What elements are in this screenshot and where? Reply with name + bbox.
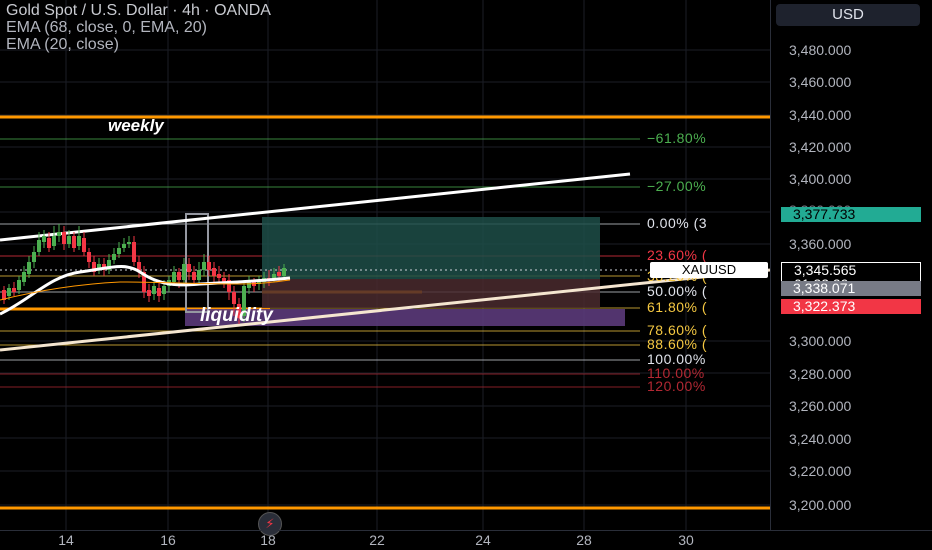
candle-body bbox=[132, 242, 136, 262]
time-tick: 16 bbox=[160, 532, 176, 548]
candle-body bbox=[77, 236, 81, 246]
candle-body bbox=[152, 286, 156, 294]
price-tick: 3,300.000 bbox=[789, 333, 852, 349]
candle-body bbox=[32, 252, 36, 262]
candle-body bbox=[12, 288, 16, 292]
fib-label-m61: −61.80% bbox=[647, 130, 707, 146]
candle-body bbox=[187, 264, 191, 272]
time-tick: 14 bbox=[58, 532, 74, 548]
time-tick: 30 bbox=[678, 532, 694, 548]
candle-body bbox=[17, 280, 21, 290]
weekly-label: weekly bbox=[108, 116, 164, 135]
candle-body bbox=[67, 236, 71, 244]
candle-body bbox=[147, 290, 151, 296]
price-tick: 3,200.000 bbox=[789, 497, 852, 513]
candle-body bbox=[277, 272, 281, 276]
price-tick: 3,400.000 bbox=[789, 171, 852, 187]
fib-label-61: 61.80% ( bbox=[647, 299, 708, 315]
price-tick: 3,280.000 bbox=[789, 366, 852, 382]
candle-body bbox=[37, 240, 41, 252]
price-tick: 3,420.000 bbox=[789, 139, 852, 155]
time-axis[interactable]: 14 16 18 22 24 28 30 bbox=[0, 530, 932, 550]
price-tick: 3,480.000 bbox=[789, 42, 852, 58]
candle-body bbox=[87, 252, 91, 262]
price-tag-ema: 3,338.071 bbox=[781, 281, 921, 296]
candle-body bbox=[122, 244, 126, 248]
chart-pane[interactable]: Gold Spot / U.S. Dollar · 4h · OANDA EMA… bbox=[0, 0, 771, 536]
fib-label-50: 50.00% ( bbox=[647, 283, 708, 299]
candle-body bbox=[217, 274, 221, 278]
candle-body bbox=[207, 262, 211, 270]
liquidity-label: liquidity bbox=[200, 305, 273, 326]
fib-label-120: 120.00% bbox=[647, 378, 706, 394]
candle-body bbox=[192, 272, 196, 280]
price-axis[interactable]: USD 3,480.000 3,460.000 3,440.000 3,420.… bbox=[770, 0, 932, 530]
time-tick: 24 bbox=[475, 532, 491, 548]
candle-body bbox=[212, 268, 216, 276]
candle-body bbox=[157, 288, 161, 296]
candle-body bbox=[197, 270, 201, 280]
currency-button[interactable]: USD bbox=[776, 4, 920, 26]
candle-body bbox=[127, 242, 131, 244]
indicator-ema20[interactable]: EMA (20, close) bbox=[6, 36, 119, 54]
price-tick: 3,460.000 bbox=[789, 74, 852, 90]
candle-body bbox=[52, 236, 56, 246]
chart-title[interactable]: Gold Spot / U.S. Dollar · 4h · OANDA bbox=[6, 2, 271, 20]
candle-body bbox=[82, 238, 86, 252]
price-tag-top: 3,377.733 bbox=[781, 207, 921, 222]
price-tag-low: 3,322.373 bbox=[781, 299, 921, 314]
fib-label-m27: −27.00% bbox=[647, 178, 707, 194]
candle-body bbox=[112, 254, 116, 260]
price-tick: 3,220.000 bbox=[789, 463, 852, 479]
fib-label-0: 0.00% (3 bbox=[647, 215, 708, 231]
price-tick: 3,440.000 bbox=[789, 107, 852, 123]
candle-body bbox=[177, 272, 181, 280]
candle-body bbox=[162, 286, 166, 294]
fib-label-88: 88.60% ( bbox=[647, 336, 708, 352]
candle-body bbox=[247, 282, 251, 288]
candle-body bbox=[272, 274, 276, 278]
fib-label-23: 23.60% ( bbox=[647, 247, 708, 263]
candle-body bbox=[47, 238, 51, 248]
price-tick: 3,360.000 bbox=[789, 236, 852, 252]
price-tick: 3,260.000 bbox=[789, 398, 852, 414]
candle-body bbox=[57, 232, 61, 236]
candle-body bbox=[22, 272, 26, 282]
candle-body bbox=[282, 268, 286, 276]
candle-body bbox=[182, 264, 186, 280]
price-tick: 3,240.000 bbox=[789, 431, 852, 447]
time-tick: 22 bbox=[369, 532, 385, 548]
candle-body bbox=[202, 262, 206, 270]
candle-body bbox=[42, 236, 46, 242]
candle-body bbox=[117, 248, 121, 254]
candle-body bbox=[27, 262, 31, 274]
candle-body bbox=[72, 236, 76, 248]
candle-body bbox=[7, 288, 11, 296]
indicator-ema68[interactable]: EMA (68, close, 0, EMA, 20) bbox=[6, 19, 207, 37]
candle-body bbox=[232, 292, 236, 304]
symbol-tag: XAUUSD bbox=[650, 262, 768, 278]
candle-body bbox=[172, 272, 176, 282]
current-price: 3,345.565 bbox=[794, 262, 857, 278]
candle-body bbox=[62, 232, 66, 244]
time-tick: 28 bbox=[576, 532, 592, 548]
time-tick: 18 bbox=[260, 532, 276, 548]
